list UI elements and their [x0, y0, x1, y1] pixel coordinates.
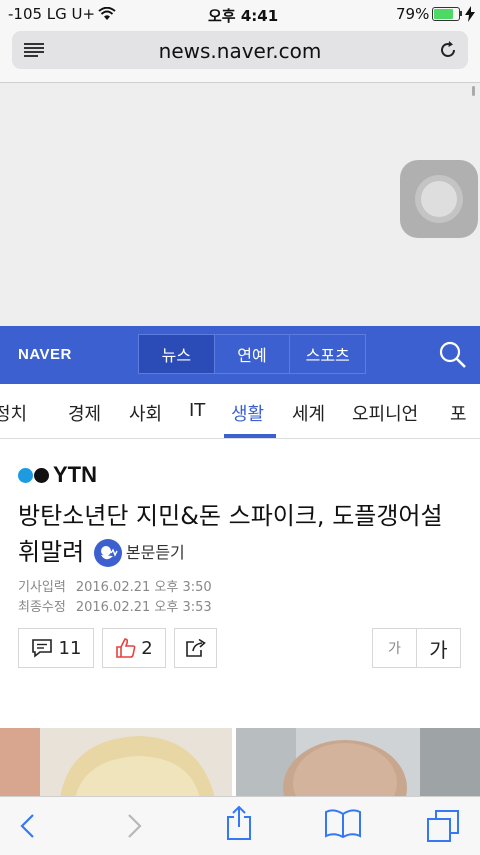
article-input-date: 기사입력 2016.02.21 오후 3:50: [18, 576, 212, 595]
reload-icon[interactable]: [438, 40, 458, 60]
article-modified-date: 최종수정 2016.02.21 오후 3:53: [18, 596, 212, 615]
assistive-touch-button[interactable]: [400, 160, 478, 238]
carrier-label: -105 LG U+: [8, 5, 96, 23]
source-logo[interactable]: YTN: [18, 462, 97, 488]
category-nav: 정치 경제 사회 IT 생활 세계 오피니언 포: [0, 384, 480, 439]
browser-address-bar: news.naver.com: [0, 28, 480, 83]
listen-button[interactable]: 본문듣기: [92, 535, 185, 571]
category-photo[interactable]: 포: [450, 400, 467, 426]
back-icon[interactable]: [18, 813, 38, 839]
share-sheet-icon[interactable]: [224, 805, 254, 841]
clock: 오후 4:41: [208, 7, 279, 25]
modified-date-value: 2016.02.21 오후 3:53: [75, 600, 212, 615]
source-name: YTN: [53, 462, 97, 487]
category-opinion[interactable]: 오피니언: [352, 400, 418, 426]
like-count: 2: [141, 637, 153, 659]
forward-icon[interactable]: [124, 813, 144, 839]
category-economy[interactable]: 경제: [68, 400, 101, 426]
tabs-icon[interactable]: [426, 809, 460, 843]
input-date-value: 2016.02.21 오후 3:50: [75, 580, 212, 595]
search-icon[interactable]: [438, 340, 468, 370]
category-active-indicator: [224, 434, 276, 438]
bookmarks-icon[interactable]: [324, 809, 362, 839]
section-tabs: 뉴스 연예 스포츠: [138, 334, 366, 374]
url-text: news.naver.com: [158, 39, 322, 63]
wifi-icon: [98, 7, 116, 20]
tab-news[interactable]: 뉴스: [139, 335, 215, 373]
thumbs-up-icon: [116, 638, 136, 658]
browser-toolbar: [0, 796, 480, 855]
share-button[interactable]: [174, 628, 217, 668]
comment-count: 11: [58, 637, 82, 659]
battery-percent: 79%: [396, 5, 430, 23]
input-date-label: 기사입력: [18, 580, 66, 595]
article-photo[interactable]: [0, 728, 480, 798]
category-society[interactable]: 사회: [129, 400, 162, 426]
url-field[interactable]: news.naver.com: [12, 31, 468, 69]
comment-icon: [31, 639, 52, 658]
comment-button[interactable]: 11: [18, 628, 94, 668]
speaker-icon: [93, 539, 122, 567]
scroll-indicator: [472, 86, 475, 96]
article-headline: 방탄소년단 지민&돈 스파이크, 도플갱어설 휘말려 본문듣기: [18, 498, 468, 571]
headline-text: 방탄소년단 지민&돈 스파이크, 도플갱어설 휘말려: [18, 502, 443, 566]
naver-header: NAVER 뉴스 연예 스포츠: [0, 326, 480, 384]
category-politics[interactable]: 정치: [0, 400, 27, 426]
modified-date-label: 최종수정: [18, 600, 66, 615]
category-life[interactable]: 생활: [231, 400, 264, 426]
tab-entertainment[interactable]: 연예: [215, 335, 291, 373]
font-decrease-button[interactable]: 가: [372, 628, 417, 668]
naver-logo[interactable]: NAVER: [18, 346, 72, 363]
font-increase-button[interactable]: 가: [416, 628, 461, 668]
charging-icon: [465, 6, 475, 22]
like-button[interactable]: 2: [102, 628, 166, 668]
status-bar: -105 LG U+ 오후 4:41 79%: [0, 0, 480, 28]
tab-sports[interactable]: 스포츠: [290, 335, 365, 373]
share-icon: [185, 638, 206, 657]
category-world[interactable]: 세계: [292, 400, 325, 426]
category-it[interactable]: IT: [189, 400, 205, 421]
battery-icon: [432, 7, 460, 21]
listen-label: 본문듣기: [125, 543, 185, 562]
